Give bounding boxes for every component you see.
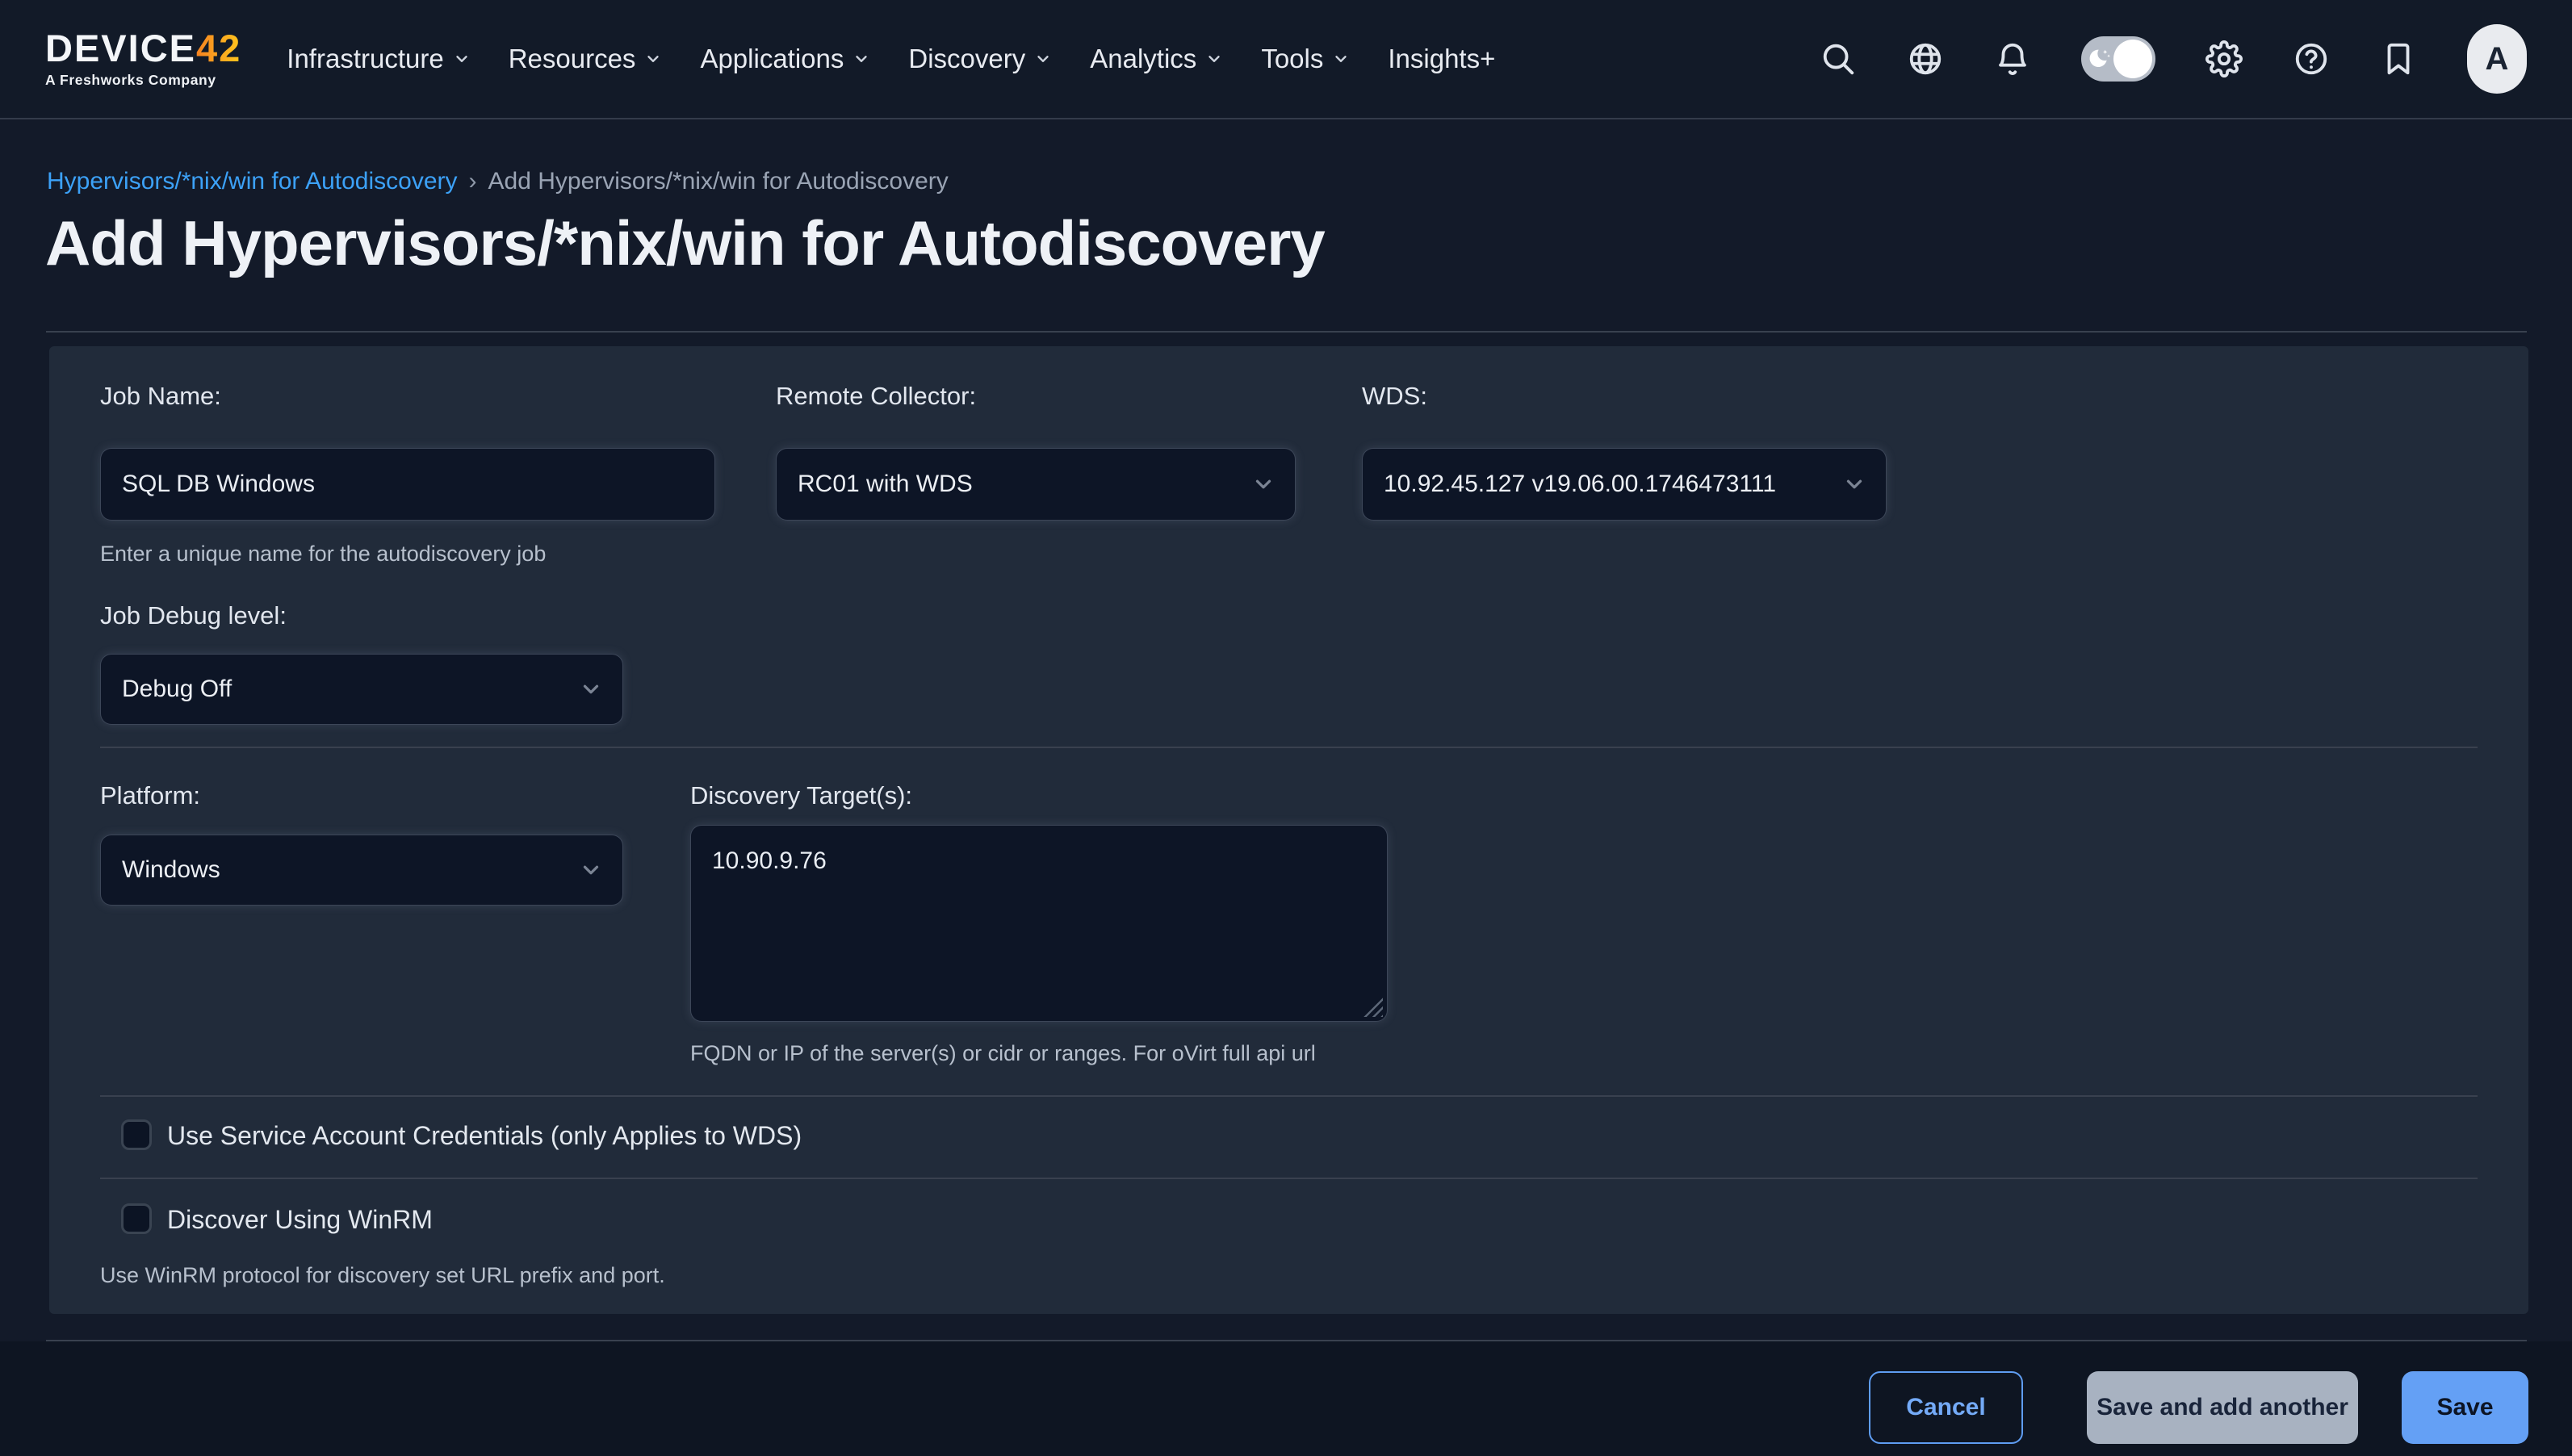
job-debug-value: Debug Off — [122, 676, 579, 703]
device42-logo[interactable]: DEVICE42 A Freshworks Company — [45, 29, 241, 89]
chevron-down-icon — [1205, 50, 1223, 68]
remote-collector-value: RC01 with WDS — [798, 471, 1251, 498]
bookmark-icon — [2380, 40, 2417, 77]
page-title: Add Hypervisors/*nix/win for Autodiscove… — [45, 207, 1325, 280]
navbar-actions: A — [1820, 24, 2527, 94]
logo-device-text: DEVICE — [45, 27, 196, 69]
nav-item-analytics[interactable]: Analytics — [1090, 44, 1223, 74]
logo-tagline: A Freshworks Company — [45, 72, 241, 89]
chevron-down-icon — [1332, 50, 1350, 68]
chevron-down-icon — [579, 858, 603, 882]
bookmarks-button[interactable] — [2380, 40, 2417, 77]
save-button[interactable]: Save — [2402, 1371, 2528, 1444]
nav-item-applications[interactable]: Applications — [700, 44, 870, 74]
remote-collector-label: Remote Collector: — [776, 382, 976, 411]
chevron-down-icon — [1842, 472, 1866, 496]
title-divider — [46, 331, 2527, 333]
navbar: DEVICE42 A Freshworks Company Infrastruc… — [0, 0, 2572, 119]
service-account-checkbox[interactable] — [121, 1119, 152, 1150]
wds-label: WDS: — [1362, 382, 1427, 411]
discovery-targets-label: Discovery Target(s): — [690, 781, 912, 810]
page: DEVICE42 A Freshworks Company Infrastruc… — [0, 0, 2572, 1456]
platform-select[interactable]: Windows — [100, 835, 623, 906]
autodiscovery-form-panel: Job Name: Remote Collector: WDS: RC01 wi… — [49, 346, 2528, 1314]
logo-42-text: 42 — [196, 27, 241, 69]
cancel-button[interactable]: Cancel — [1869, 1371, 2023, 1444]
chevron-down-icon — [453, 50, 471, 68]
platform-value: Windows — [122, 856, 579, 884]
nav-item-discovery[interactable]: Discovery — [908, 44, 1052, 74]
help-circle-icon — [2293, 40, 2330, 77]
breadcrumb-separator: › — [469, 168, 477, 195]
chevron-down-icon — [644, 50, 662, 68]
help-button[interactable] — [2293, 40, 2330, 77]
breadcrumb: Hypervisors/*nix/win for Autodiscovery ›… — [47, 168, 949, 195]
globe-button[interactable] — [1907, 40, 1944, 77]
discovery-targets-textarea[interactable]: 10.90.9.76 — [690, 825, 1388, 1022]
gear-icon — [2205, 40, 2243, 77]
platform-label: Platform: — [100, 781, 200, 810]
settings-button[interactable] — [2205, 40, 2243, 77]
bell-icon — [1994, 40, 2031, 77]
discovery-targets-helper: FQDN or IP of the server(s) or cidr or r… — [690, 1041, 1316, 1066]
dark-mode-toggle[interactable] — [2081, 36, 2155, 82]
main-menu: Infrastructure Resources Applications Di… — [287, 44, 1495, 74]
chevron-down-icon — [1251, 472, 1276, 496]
remote-collector-select[interactable]: RC01 with WDS — [776, 448, 1296, 521]
logo-wordmark: DEVICE42 — [45, 29, 241, 67]
nav-item-tools[interactable]: Tools — [1261, 44, 1350, 74]
job-name-helper: Enter a unique name for the autodiscover… — [100, 542, 546, 567]
winrm-checkbox-label: Discover Using WinRM — [167, 1205, 433, 1235]
nav-item-insights[interactable]: Insights+ — [1388, 44, 1495, 74]
wds-select[interactable]: 10.92.45.127 v19.06.00.1746473111 — [1362, 448, 1887, 521]
search-icon — [1820, 40, 1857, 77]
nav-item-resources[interactable]: Resources — [509, 44, 663, 74]
winrm-checkbox[interactable] — [121, 1203, 152, 1234]
wds-value: 10.92.45.127 v19.06.00.1746473111 — [1384, 471, 1842, 498]
chevron-down-icon — [579, 677, 603, 701]
section-divider — [100, 747, 2478, 748]
footer-divider — [46, 1340, 2527, 1341]
job-name-input[interactable] — [100, 448, 715, 521]
moon-stars-icon — [2088, 46, 2114, 72]
job-debug-label: Job Debug level: — [100, 601, 287, 630]
notifications-button[interactable] — [1994, 40, 2031, 77]
toggle-knob — [2113, 40, 2152, 78]
chevron-down-icon — [852, 50, 870, 68]
winrm-helper: Use WinRM protocol for discovery set URL… — [100, 1263, 665, 1288]
user-avatar[interactable]: A — [2467, 24, 2527, 94]
service-account-checkbox-label: Use Service Account Credentials (only Ap… — [167, 1121, 802, 1151]
search-button[interactable] — [1820, 40, 1857, 77]
globe-icon — [1907, 40, 1944, 77]
save-and-add-another-button[interactable]: Save and add another — [2087, 1371, 2358, 1444]
avatar-letter: A — [2486, 41, 2509, 77]
nav-item-infrastructure[interactable]: Infrastructure — [287, 44, 470, 74]
breadcrumb-current: Add Hypervisors/*nix/win for Autodiscove… — [488, 168, 949, 195]
chevron-down-icon — [1034, 50, 1052, 68]
job-name-label: Job Name: — [100, 382, 221, 411]
section-divider — [100, 1095, 2478, 1097]
section-divider — [100, 1178, 2478, 1179]
breadcrumb-link[interactable]: Hypervisors/*nix/win for Autodiscovery — [47, 168, 458, 195]
job-debug-select[interactable]: Debug Off — [100, 654, 623, 725]
